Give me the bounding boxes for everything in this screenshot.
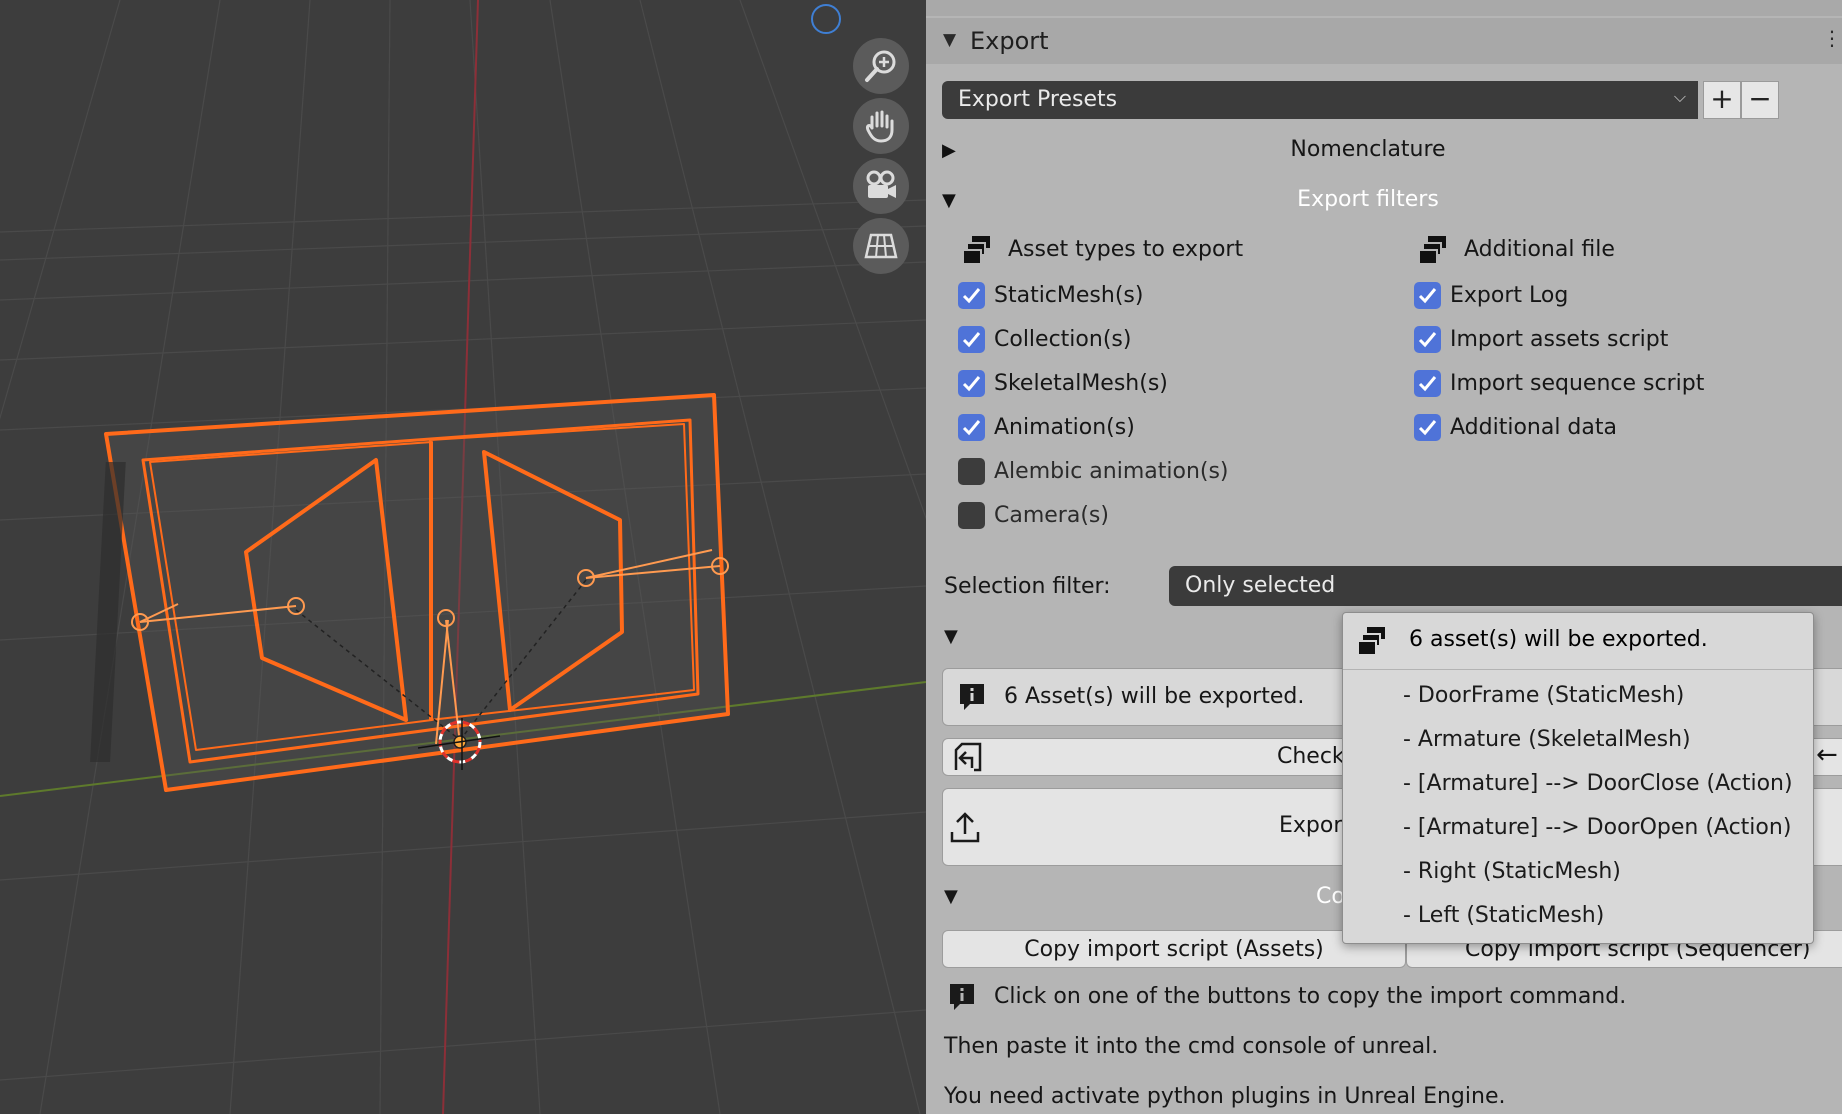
checkbox-label: Collection(s) xyxy=(994,327,1132,352)
grid-view-icon[interactable] xyxy=(853,218,909,274)
checkbox-icon[interactable] xyxy=(958,502,985,529)
tooltip-asset-item: - [Armature] --> DoorClose (Action) xyxy=(1403,771,1793,796)
collapse-triangle-icon[interactable]: ▼ xyxy=(944,886,958,907)
tooltip-asset-item: - Armature (SkeletalMesh) xyxy=(1403,727,1691,752)
export-title: Export xyxy=(970,27,1049,55)
info-icon xyxy=(950,984,974,1010)
collapse-triangle-icon[interactable]: ▼ xyxy=(943,30,956,50)
checkbox-icon[interactable] xyxy=(958,414,985,441)
zoom-icon[interactable] xyxy=(853,38,909,94)
tooltip-separator xyxy=(1343,669,1813,670)
additional-file-label: Additional file xyxy=(1464,237,1615,262)
exported-assets-tooltip: 6 asset(s) will be exported. - DoorFrame… xyxy=(1342,612,1814,944)
export-filters-subpanel[interactable]: ▼ Export filters xyxy=(942,180,1842,220)
asset-count-text: 6 Asset(s) will be exported. xyxy=(1004,684,1305,709)
check-icon xyxy=(954,742,982,772)
arrow-left-icon[interactable]: ← xyxy=(1816,740,1838,770)
checkbox-icon[interactable] xyxy=(1414,414,1441,441)
checkbox-label: Additional data xyxy=(1450,415,1617,440)
export-filters-label: Export filters xyxy=(1297,187,1439,212)
tooltip-asset-item: - [Armature] --> DoorOpen (Action) xyxy=(1403,815,1792,840)
3d-viewport[interactable] xyxy=(0,0,926,1114)
checkbox-label: Export Log xyxy=(1450,283,1569,308)
stack-icon xyxy=(1418,236,1446,265)
camera-icon[interactable] xyxy=(853,158,909,214)
add-preset-button[interactable]: + xyxy=(1703,81,1741,119)
export-presets-label: Export Presets xyxy=(958,87,1118,112)
tooltip-heading: 6 asset(s) will be exported. xyxy=(1409,627,1708,652)
chevron-down-icon: ⌵ xyxy=(1673,87,1686,106)
check-button-label: Check xyxy=(1277,744,1345,769)
selection-filter-label: Selection filter: xyxy=(944,574,1111,599)
upload-icon xyxy=(950,812,980,843)
checkbox-icon[interactable] xyxy=(958,458,985,485)
checkbox-label: Animation(s) xyxy=(994,415,1135,440)
export-presets-select[interactable]: Export Presets ⌵ xyxy=(942,81,1698,119)
checkbox-label: SkeletalMesh(s) xyxy=(994,371,1168,396)
export-button-label: Expor xyxy=(1279,813,1343,838)
checkbox-label: StaticMesh(s) xyxy=(994,283,1144,308)
export-panel-header[interactable]: ▼ Export ⋮ xyxy=(926,18,1842,64)
tooltip-asset-item: - Right (StaticMesh) xyxy=(1403,859,1621,884)
selection-filter-select[interactable]: Only selected xyxy=(1169,566,1842,606)
pan-hand-icon[interactable] xyxy=(853,98,909,154)
checkbox-label: Alembic animation(s) xyxy=(994,459,1229,484)
checkbox-icon[interactable] xyxy=(1414,282,1441,309)
stack-icon xyxy=(962,236,990,265)
checkbox-icon[interactable] xyxy=(958,370,985,397)
collapse-triangle-icon[interactable]: ▼ xyxy=(944,626,958,647)
checkbox-label: Camera(s) xyxy=(994,503,1109,528)
selection-filter-value: Only selected xyxy=(1185,573,1336,598)
copy-assets-script-button[interactable]: Copy import script (Assets) xyxy=(942,930,1406,968)
drag-handle-icon[interactable]: ⋮ xyxy=(1822,26,1842,50)
scene-canvas[interactable] xyxy=(0,0,926,1114)
remove-preset-button[interactable]: − xyxy=(1741,81,1779,119)
info-icon xyxy=(960,684,984,710)
properties-panel: ▼ Export ⋮ Export Presets ⌵ + − ▶ Nomenc… xyxy=(926,0,1842,1114)
stack-icon xyxy=(1357,627,1385,656)
copy-assets-script-label: Copy import script (Assets) xyxy=(1024,937,1324,962)
view-gizmo-circle[interactable] xyxy=(811,4,841,34)
nomenclature-label: Nomenclature xyxy=(1290,137,1446,162)
checkbox-icon[interactable] xyxy=(1414,370,1441,397)
tooltip-asset-item: - Left (StaticMesh) xyxy=(1403,903,1605,928)
copy-section-label: Co xyxy=(1316,884,1345,909)
checkbox-label: Import sequence script xyxy=(1450,371,1705,396)
tooltip-asset-item: - DoorFrame (StaticMesh) xyxy=(1403,683,1685,708)
checkbox-icon[interactable] xyxy=(958,282,985,309)
info-line-1: Click on one of the buttons to copy the … xyxy=(994,984,1627,1009)
panel-top-trim xyxy=(926,0,1842,16)
info-line-2: Then paste it into the cmd console of un… xyxy=(944,1034,1439,1059)
checkbox-icon[interactable] xyxy=(1414,326,1441,353)
info-line-3: You need activate python plugins in Unre… xyxy=(944,1084,1506,1109)
nomenclature-subpanel[interactable]: ▶ Nomenclature xyxy=(942,130,1842,170)
asset-types-label: Asset types to export xyxy=(1008,237,1244,262)
checkbox-icon[interactable] xyxy=(958,326,985,353)
checkbox-label: Import assets script xyxy=(1450,327,1669,352)
